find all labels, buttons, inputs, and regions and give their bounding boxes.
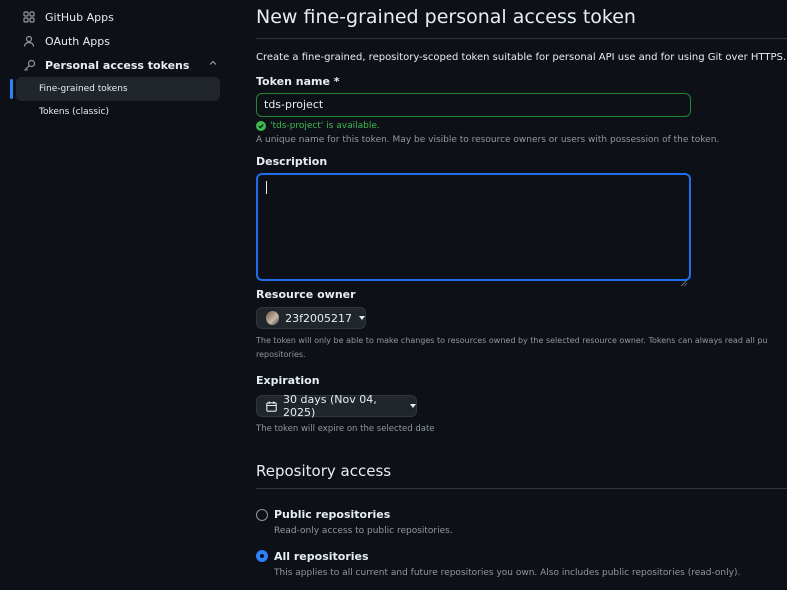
- sidebar-item-fine-grained-tokens[interactable]: Fine-grained tokens: [16, 77, 220, 101]
- availability-message: 'tds-project' is available.: [256, 121, 380, 131]
- avatar: [266, 311, 280, 325]
- sidebar-item-label: Tokens (classic): [39, 107, 109, 117]
- resource-owner-hint-2: repositories.: [256, 350, 306, 359]
- caret-down-icon: [359, 316, 365, 320]
- availability-text: 'tds-project' is available.: [270, 121, 380, 131]
- token-name-input[interactable]: tds-project: [256, 93, 691, 117]
- token-name-hint: A unique name for this token. May be vis…: [256, 135, 720, 145]
- sidebar-item-tokens-classic[interactable]: Tokens (classic): [16, 100, 220, 124]
- repository-access-heading: Repository access: [256, 462, 392, 480]
- apps-grid-icon: [22, 10, 36, 24]
- token-name-label: Token name *: [256, 75, 340, 88]
- radio-all[interactable]: [256, 550, 268, 562]
- key-icon: [22, 58, 36, 72]
- section-divider: [256, 488, 787, 489]
- check-circle-icon: [256, 121, 266, 131]
- expiration-label: Expiration: [256, 374, 320, 387]
- sidebar-item-github-apps[interactable]: GitHub Apps: [22, 6, 114, 28]
- caret-down-icon: [410, 404, 416, 408]
- page-intro: Create a fine-grained, repository-scoped…: [256, 52, 786, 63]
- description-textarea[interactable]: [256, 173, 691, 287]
- radio-public-desc: Read-only access to public repositories.: [274, 526, 453, 536]
- resource-owner-hint: The token will only be able to make chan…: [256, 336, 768, 345]
- description-label: Description: [256, 155, 328, 168]
- sidebar-item-label: OAuth Apps: [45, 34, 110, 48]
- person-icon: [22, 34, 36, 48]
- resource-owner-select[interactable]: 23f2005217: [256, 307, 366, 329]
- resize-handle-icon[interactable]: [680, 271, 688, 287]
- expiration-select[interactable]: 30 days (Nov 04, 2025): [256, 393, 417, 419]
- radio-all-desc: This applies to all current and future r…: [274, 568, 741, 578]
- expiration-hint: The token will expire on the selected da…: [256, 424, 435, 434]
- sidebar-item-label: Fine-grained tokens: [39, 84, 128, 94]
- expiration-value: 30 days (Nov 04, 2025): [283, 393, 377, 419]
- sidebar-item-label: Personal access tokens: [45, 58, 190, 72]
- sidebar-item-personal-access-tokens[interactable]: Personal access tokens: [22, 54, 218, 76]
- page-title: New fine-grained personal access token: [256, 6, 636, 28]
- sidebar-item-oauth-apps[interactable]: OAuth Apps: [22, 30, 110, 52]
- calendar-icon: [266, 401, 277, 412]
- title-divider: [256, 38, 787, 39]
- resource-owner-label: Resource owner: [256, 288, 356, 301]
- radio-public[interactable]: [256, 509, 268, 521]
- radio-public-label: Public repositories: [274, 508, 391, 521]
- text-cursor: [266, 181, 267, 194]
- active-indicator: [10, 79, 13, 99]
- sidebar-item-label: GitHub Apps: [45, 10, 114, 24]
- resource-owner-value: 23f2005217: [285, 311, 352, 325]
- radio-all-label: All repositories: [274, 550, 369, 563]
- chevron-up-icon[interactable]: [208, 58, 218, 71]
- token-name-value: tds-project: [264, 98, 324, 111]
